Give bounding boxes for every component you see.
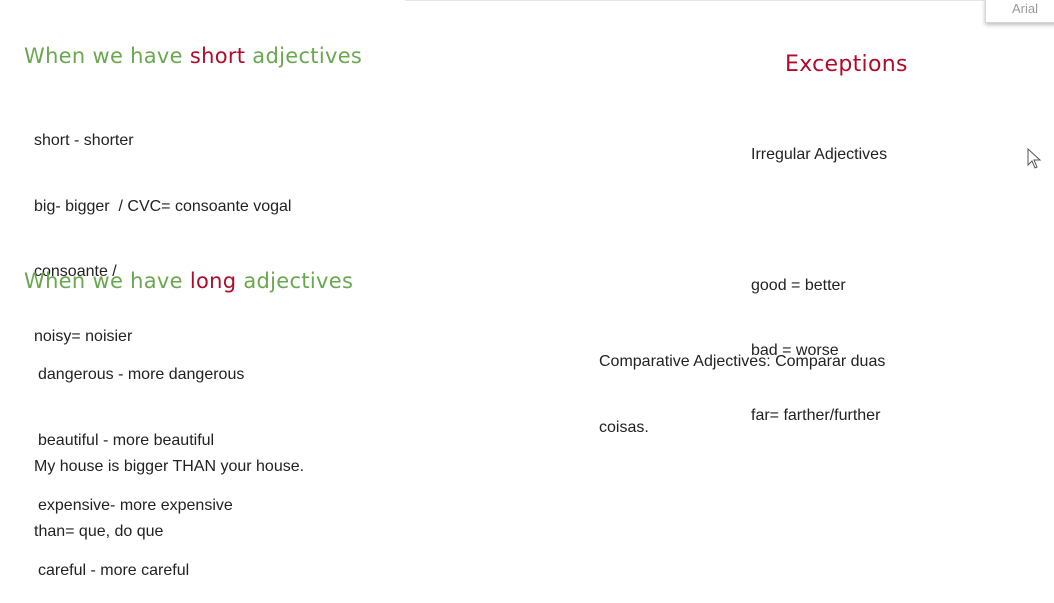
heading-text: When we have	[24, 269, 190, 293]
heading-text: adjectives	[245, 44, 363, 68]
text-line: Irregular Adjectives	[751, 146, 888, 164]
text-line: dangerous - more dangerous	[38, 366, 245, 384]
font-name-label: Arial	[1012, 1, 1039, 16]
mouse-pointer-icon	[1027, 148, 1042, 169]
exceptions-heading[interactable]: Exceptions	[785, 52, 908, 77]
text-line: expensive- more expensive	[38, 496, 233, 514]
short-adjectives-heading[interactable]: When we have short adjectives	[24, 44, 362, 68]
text-line: Comparative Adjectives: Comparar duas	[599, 353, 886, 371]
text-line	[751, 210, 887, 232]
text-line: big- bigger / CVC= consoante vogal	[34, 197, 292, 215]
heading-highlight: long	[189, 269, 237, 293]
text-line: short - shorter	[34, 132, 134, 150]
heading-highlight: short	[189, 44, 246, 68]
text-line: careful - more careful	[38, 561, 190, 579]
font-name-box[interactable]: Arial	[985, 0, 1054, 23]
slide-top-border	[405, 0, 985, 1]
text-line: coisas.	[599, 418, 649, 436]
comparative-note[interactable]: Comparative Adjectives: Comparar duas co…	[599, 308, 885, 460]
heading-text: adjectives	[236, 269, 354, 293]
long-adjectives-heading[interactable]: When we have long adjectives	[24, 269, 353, 293]
long-adjectives-text[interactable]: dangerous - more dangerous beautiful - m…	[38, 321, 244, 603]
text-line: good = better	[751, 276, 846, 294]
heading-text: When we have	[24, 44, 190, 68]
text-line: beautiful - more beautiful	[38, 431, 215, 449]
